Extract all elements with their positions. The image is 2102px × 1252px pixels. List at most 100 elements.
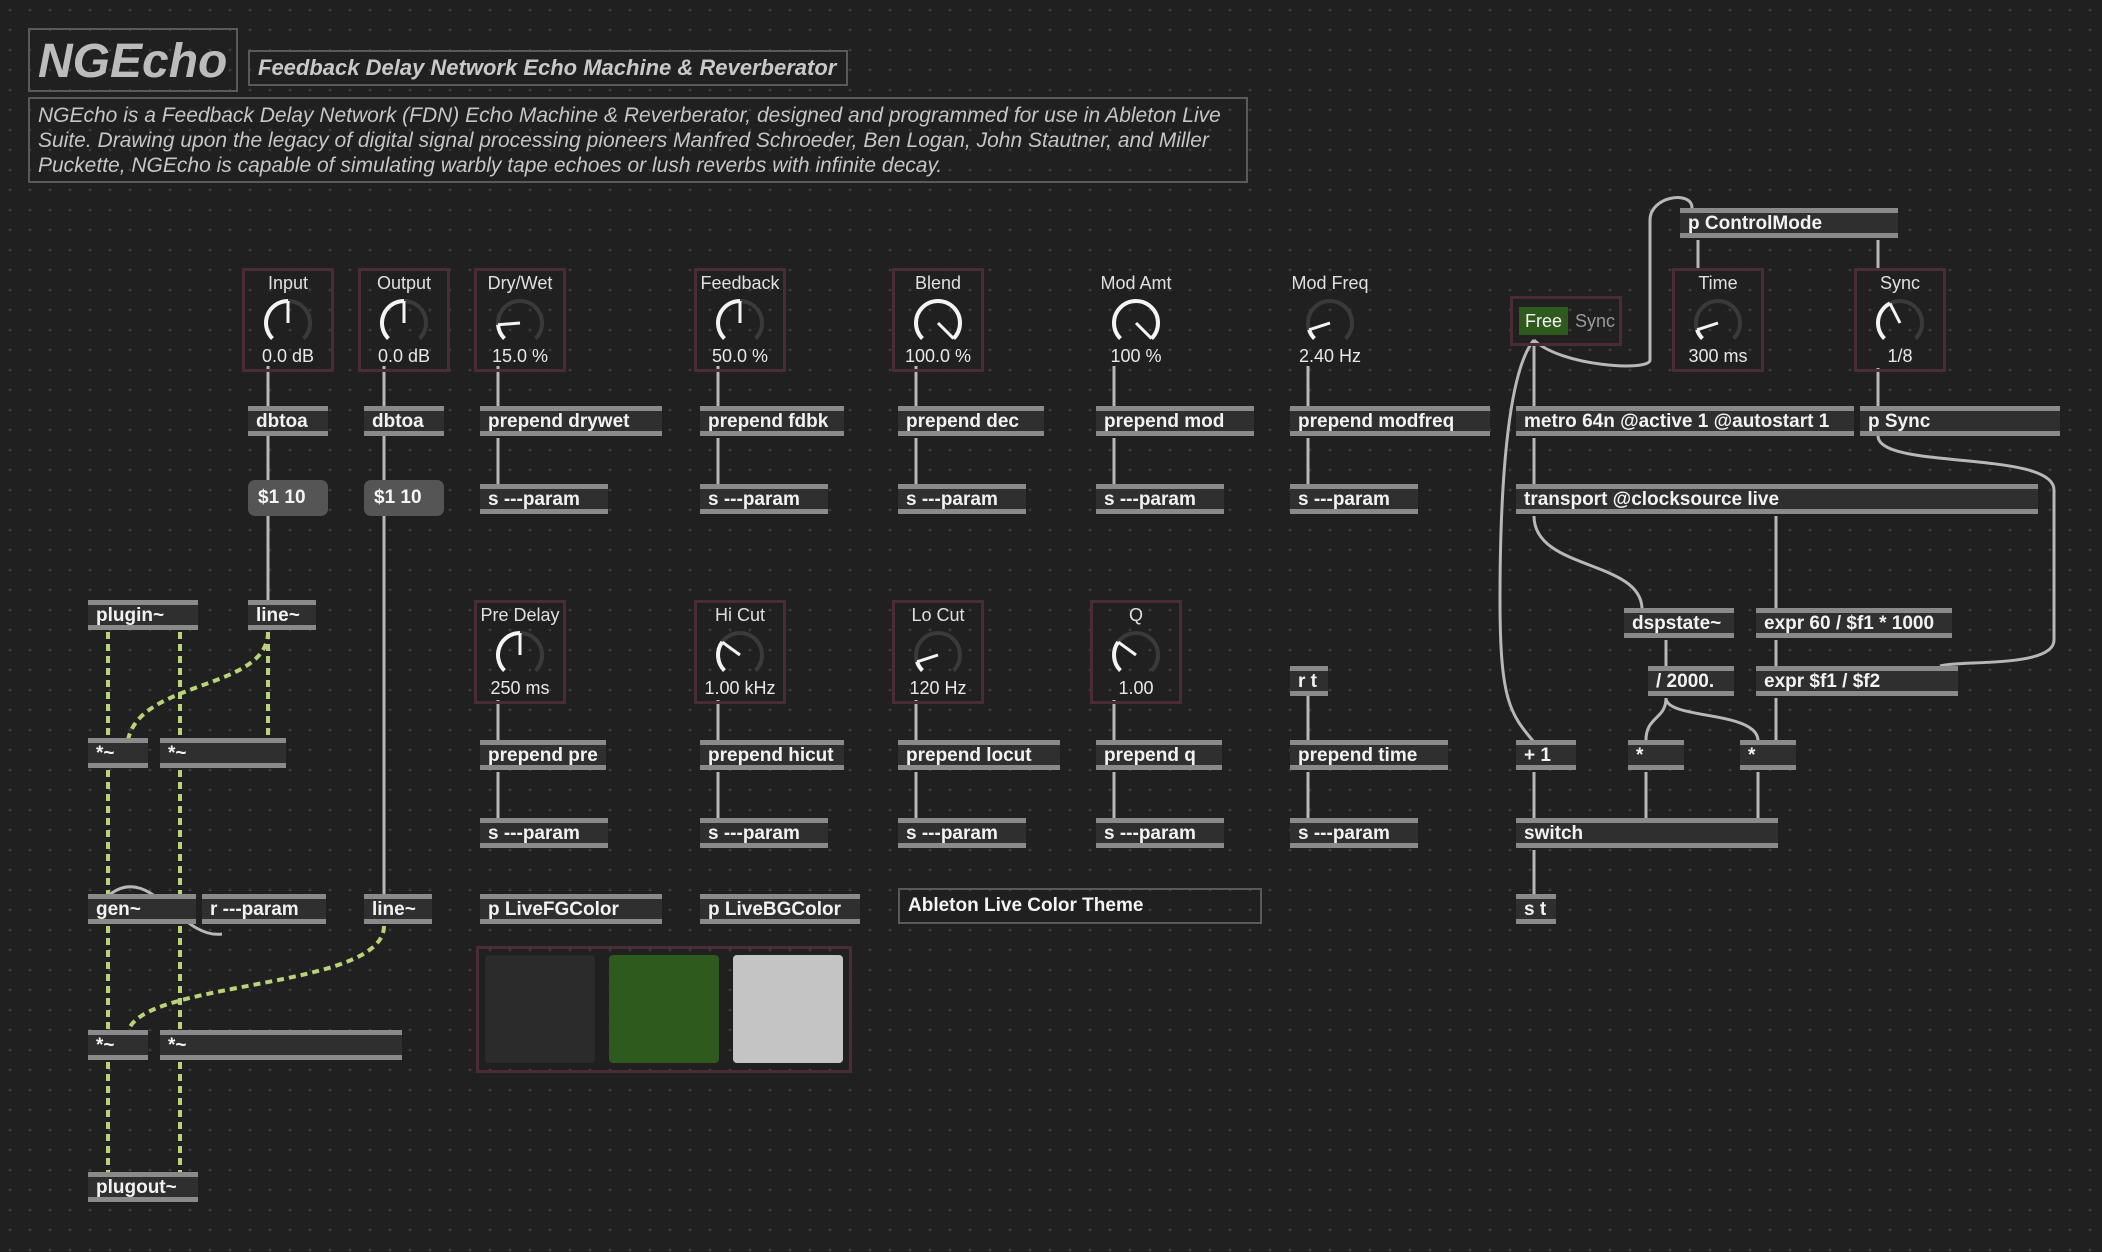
color-swatches [476, 946, 852, 1073]
dial-label: Lo Cut [911, 605, 965, 625]
swatch-accent[interactable] [609, 955, 719, 1063]
input-dial[interactable]: Input 0.0 dB [242, 268, 334, 372]
ramp-message-output[interactable]: $1 10 [364, 480, 444, 516]
dial-needle [497, 321, 521, 327]
multiply-left-1[interactable]: *~ [88, 738, 148, 768]
dspstate-object[interactable]: dspstate~ [1624, 608, 1734, 638]
send-param-hicut[interactable]: s ---param [700, 818, 828, 848]
dial-value: 1.00 kHz [704, 678, 776, 698]
dial-needle [1888, 302, 1902, 324]
plugout-object[interactable]: plugout~ [88, 1172, 198, 1202]
expr-bpm-to-ms[interactable]: expr 60 / $f1 * 1000 [1756, 608, 1952, 638]
prepend-modfreq[interactable]: prepend modfreq [1290, 406, 1490, 436]
p-live-fg-color[interactable]: p LiveFGColor [480, 894, 662, 924]
modfreq-dial[interactable]: Mod Freq 2.40 Hz [1284, 268, 1376, 372]
tab-sync[interactable]: Sync [1569, 307, 1621, 335]
prepend-time[interactable]: prepend time [1290, 740, 1448, 770]
plus-one[interactable]: + 1 [1516, 740, 1576, 770]
swatch-bg[interactable] [733, 955, 843, 1063]
p-controlmode[interactable]: p ControlMode [1680, 208, 1898, 238]
control-cord [1664, 697, 1760, 743]
send-param-dec[interactable]: s ---param [898, 484, 1026, 514]
sync-dial[interactable]: Sync 1/8 [1854, 268, 1946, 372]
dbtoa-output[interactable]: dbtoa [364, 406, 444, 436]
dial-label: Time [1698, 273, 1738, 293]
locut-dial[interactable]: Lo Cut 120 Hz [892, 600, 984, 704]
prepend-hicut[interactable]: prepend hicut [700, 740, 844, 770]
knob-icon [380, 299, 428, 340]
control-mode-tab[interactable]: Free Sync [1510, 296, 1622, 346]
dial-track [1306, 299, 1354, 340]
knob-icon [1694, 299, 1742, 340]
send-param-drywet[interactable]: s ---param [480, 484, 608, 514]
plugin-object[interactable]: plugin~ [88, 600, 198, 630]
receive-t[interactable]: r t [1290, 666, 1328, 696]
prepend-locut[interactable]: prepend locut [898, 740, 1060, 770]
send-param-mod[interactable]: s ---param [1096, 484, 1224, 514]
device-subtitle: Feedback Delay Network Echo Machine & Re… [248, 50, 848, 86]
send-param-fdbk[interactable]: s ---param [700, 484, 828, 514]
color-theme-comment: Ableton Live Color Theme [898, 888, 1262, 924]
dial-label: Hi Cut [714, 605, 765, 625]
dial-arc [1876, 301, 1892, 340]
signal-cord [126, 925, 386, 1033]
feedback-dial[interactable]: Feedback 50.0 % [694, 268, 786, 372]
prepend-drywet[interactable]: prepend drywet [480, 406, 662, 436]
divide-2000[interactable]: / 2000. [1648, 666, 1734, 696]
dial-needle [1134, 321, 1153, 340]
dial-value: 100.0 % [904, 346, 972, 366]
ramp-message-input[interactable]: $1 10 [248, 480, 328, 516]
modamt-dial[interactable]: Mod Amt 100 % [1090, 268, 1182, 372]
switch-object[interactable]: switch [1516, 818, 1778, 848]
prepend-mod[interactable]: prepend mod [1096, 406, 1254, 436]
patcher-canvas[interactable]: NGEcho Feedback Delay Network Echo Machi… [0, 0, 2102, 1252]
prepend-pre[interactable]: prepend pre [480, 740, 606, 770]
dial-label: Input [267, 273, 309, 293]
knob-icon [496, 299, 544, 340]
dial-label: Output [376, 273, 432, 293]
send-param-locut[interactable]: s ---param [898, 818, 1026, 848]
multiply-b[interactable]: * [1740, 740, 1796, 770]
dial-arc [264, 299, 289, 340]
output-dial[interactable]: Output 0.0 dB [358, 268, 450, 372]
line-object-output[interactable]: line~ [364, 894, 432, 924]
hicut-dial[interactable]: Hi Cut 1.00 kHz [694, 600, 786, 704]
dial-track [1112, 631, 1160, 672]
knob-icon [1112, 631, 1160, 672]
swatch-fg[interactable] [485, 955, 595, 1063]
dial-needle [1308, 321, 1331, 332]
dial-track [496, 299, 544, 340]
prepend-q[interactable]: prepend q [1096, 740, 1222, 770]
predelay-dial[interactable]: Pre Delay 250 ms [474, 600, 566, 704]
metro-object[interactable]: metro 64n @active 1 @autostart 1 [1516, 406, 1854, 436]
dbtoa-input[interactable]: dbtoa [248, 406, 328, 436]
multiply-right-1[interactable]: *~ [160, 738, 286, 768]
dial-arc [496, 631, 521, 672]
send-param-time[interactable]: s ---param [1290, 818, 1418, 848]
drywet-dial[interactable]: Dry/Wet 15.0 % [474, 268, 566, 372]
send-param-pre[interactable]: s ---param [480, 818, 608, 848]
multiply-left-2[interactable]: *~ [88, 1030, 148, 1060]
prepend-fdbk[interactable]: prepend fdbk [700, 406, 844, 436]
p-live-bg-color[interactable]: p LiveBGColor [700, 894, 860, 924]
gen-object[interactable]: gen~ [88, 894, 196, 924]
multiply-right-2[interactable]: *~ [160, 1030, 402, 1060]
blend-dial[interactable]: Blend 100.0 % [892, 268, 984, 372]
prepend-dec[interactable]: prepend dec [898, 406, 1044, 436]
dial-value: 1/8 [1887, 346, 1913, 366]
dial-arc [914, 299, 962, 340]
tab-free[interactable]: Free [1519, 307, 1569, 335]
p-sync[interactable]: p Sync [1860, 406, 2060, 436]
send-param-modfreq[interactable]: s ---param [1290, 484, 1418, 514]
multiply-a[interactable]: * [1628, 740, 1684, 770]
dial-needle [936, 321, 955, 340]
expr-ratio[interactable]: expr $f1 / $f2 [1756, 666, 1958, 696]
send-t[interactable]: s t [1516, 894, 1556, 924]
dial-needle [916, 653, 939, 664]
transport-object[interactable]: transport @clocksource live [1516, 484, 2038, 514]
send-param-q[interactable]: s ---param [1096, 818, 1224, 848]
line-object-input[interactable]: line~ [248, 600, 316, 630]
receive-param[interactable]: r ---param [202, 894, 326, 924]
time-dial[interactable]: Time 300 ms [1672, 268, 1764, 372]
q-dial[interactable]: Q 1.00 [1090, 600, 1182, 704]
